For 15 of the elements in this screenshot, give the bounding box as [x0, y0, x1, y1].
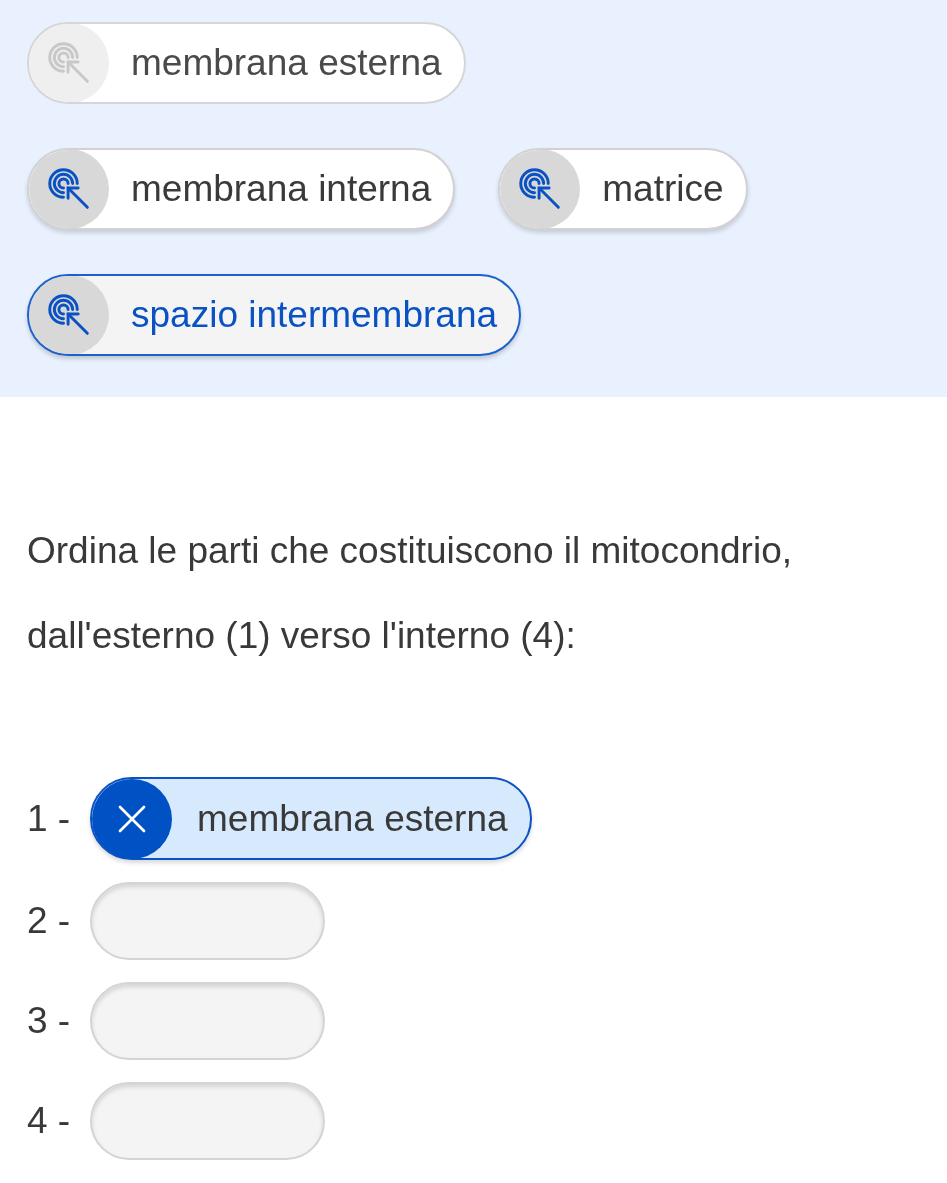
choice-chip[interactable]: spazio intermembrana [27, 274, 522, 356]
choice-chip[interactable]: matrice [498, 148, 748, 230]
tap-icon [29, 24, 109, 102]
instruction-text: Ordina le parti che costituiscono il mitocondrio, dall'esterno (1) verso l'interno (4): [27, 529, 794, 658]
slot-number: 3 - [27, 999, 72, 1044]
tap-icon [500, 150, 581, 228]
slot-number: 1 - [27, 796, 72, 841]
slot-number: 4 - [27, 1099, 72, 1144]
tap-icon [29, 150, 109, 228]
answer-slot[interactable]: membrana esterna [90, 777, 532, 860]
remove-button[interactable] [92, 778, 172, 859]
answer-value: membrana esterna [196, 796, 508, 841]
choice-chip[interactable]: membrana interna [27, 148, 456, 230]
tap-icon [29, 276, 109, 354]
slot-number: 2 - [27, 899, 72, 944]
